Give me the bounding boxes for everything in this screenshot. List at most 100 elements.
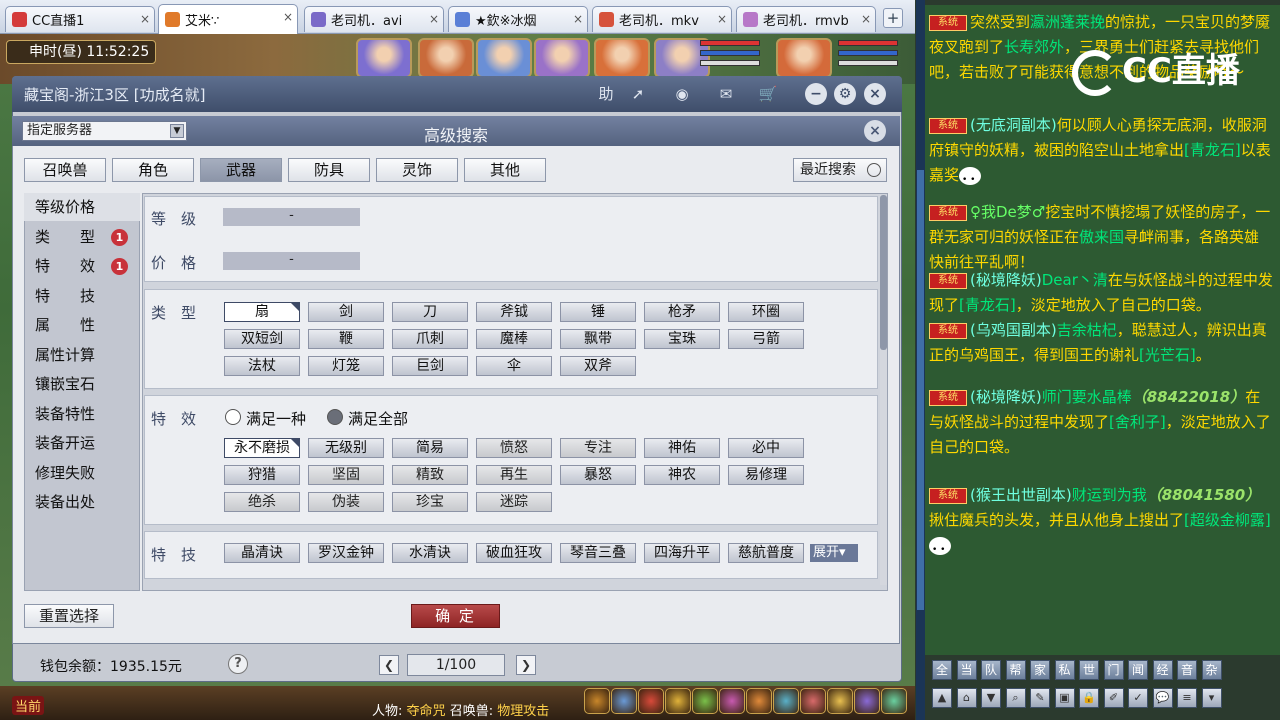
types-option[interactable]: 飘带 xyxy=(560,329,636,349)
filter-nav-item[interactable]: 类 型 1 xyxy=(24,223,140,251)
tab-close-icon[interactable]: × xyxy=(717,12,727,26)
party-portrait[interactable] xyxy=(776,38,832,78)
skill-slot-icon[interactable] xyxy=(881,688,907,714)
party-portrait[interactable] xyxy=(356,38,412,78)
bag-icon[interactable]: ▣ xyxy=(1054,688,1075,708)
effects-option[interactable]: 狩猎 xyxy=(224,465,300,485)
price-range-input[interactable]: - xyxy=(223,252,360,270)
types-option[interactable]: 枪矛 xyxy=(644,302,720,322)
recent-search-button[interactable]: 最近搜索 xyxy=(793,158,887,182)
chat-channel-button[interactable]: 杂 xyxy=(1201,660,1222,680)
share-icon[interactable]: ➚ xyxy=(626,83,650,105)
skills-option[interactable]: 四海升平 xyxy=(644,543,720,563)
filter-nav-item[interactable]: 属 性 xyxy=(24,311,140,339)
level-range-input[interactable]: - xyxy=(223,208,360,226)
effects-option[interactable]: 迷踪 xyxy=(476,492,552,512)
chat-scrollbar[interactable] xyxy=(916,0,925,720)
next-page-button[interactable]: ❯ xyxy=(516,655,536,675)
cart-icon[interactable]: 🛒 xyxy=(756,83,780,105)
expand-skills-button[interactable]: 展开▾ xyxy=(810,544,858,562)
tab-close-icon[interactable]: × xyxy=(573,12,583,26)
types-option[interactable]: 锤 xyxy=(560,302,636,322)
category-tab[interactable]: 召唤兽 xyxy=(24,158,106,182)
types-option[interactable]: 鞭 xyxy=(308,329,384,349)
window-titlebar[interactable]: 藏宝阁-浙江3区 [功成名就] 助 ➚ ◉ ✉ 🛒 − ⚙ × xyxy=(12,76,902,112)
chat-channel-button[interactable]: 世 xyxy=(1079,660,1099,680)
filter-nav-item[interactable]: 特 效 1 xyxy=(24,252,140,280)
browser-tab[interactable]: 艾米∵ × xyxy=(158,4,298,34)
skill-slot-icon[interactable] xyxy=(719,688,745,714)
list-icon[interactable]: ≡ xyxy=(1177,688,1197,708)
skills-option[interactable]: 慈航普度 xyxy=(728,543,804,563)
current-channel-badge[interactable]: 当前 xyxy=(12,696,45,715)
skills-option[interactable]: 晶清诀 xyxy=(224,543,300,563)
skill-slot-icon[interactable] xyxy=(773,688,799,714)
types-option[interactable]: 双斧 xyxy=(560,356,636,376)
browser-tab[interactable]: ★欽※冰烟 × xyxy=(448,6,588,32)
scrollbar-thumb[interactable] xyxy=(880,195,887,350)
record-icon[interactable]: ◉ xyxy=(670,83,694,105)
skill-slot-icon[interactable] xyxy=(584,688,610,714)
filter-nav-item[interactable]: 等级价格 xyxy=(24,193,140,221)
radio-match-all[interactable] xyxy=(327,409,343,425)
effects-option[interactable]: 神佑 xyxy=(644,438,720,458)
types-option[interactable]: 刀 xyxy=(392,302,468,322)
chat-channel-button[interactable]: 私 xyxy=(1054,660,1075,680)
pen-icon[interactable]: ✐ xyxy=(1103,688,1124,708)
skills-option[interactable]: 水清诀 xyxy=(392,543,468,563)
effects-option[interactable]: 易修理 xyxy=(728,465,804,485)
effects-option[interactable]: 再生 xyxy=(476,465,552,485)
new-tab-button[interactable]: + xyxy=(883,8,903,28)
browser-tab[interactable]: 老司机．rmvb × xyxy=(736,6,876,32)
message-icon[interactable]: ✉ xyxy=(714,83,738,105)
skills-option[interactable]: 罗汉金钟 xyxy=(308,543,384,563)
types-option[interactable]: 爪刺 xyxy=(392,329,468,349)
chat-bubble-icon[interactable]: 💬 xyxy=(1152,688,1173,708)
chat-channel-button[interactable]: 队 xyxy=(981,660,1001,680)
effects-option[interactable]: 简易 xyxy=(392,438,468,458)
types-option[interactable]: 扇 xyxy=(224,302,300,322)
tab-close-icon[interactable]: × xyxy=(283,10,293,24)
filter-nav-item[interactable]: 修理失败 xyxy=(24,459,140,487)
effects-option[interactable]: 无级别 xyxy=(308,438,384,458)
chat-channel-button[interactable]: 当 xyxy=(956,660,977,680)
types-option[interactable]: 双短剑 xyxy=(224,329,300,349)
effects-option[interactable]: 必中 xyxy=(728,438,804,458)
effects-option[interactable]: 永不磨损 xyxy=(224,438,300,458)
chat-channel-button[interactable]: 经 xyxy=(1152,660,1173,680)
browser-tab[interactable]: 老司机．mkv × xyxy=(592,6,732,32)
party-portrait[interactable] xyxy=(476,38,532,78)
skill-slot-icon[interactable] xyxy=(638,688,664,714)
chat-channel-button[interactable]: 家 xyxy=(1030,660,1050,680)
dropdown-icon[interactable]: ▾ xyxy=(1201,688,1222,708)
prev-page-button[interactable]: ❮ xyxy=(379,655,399,675)
skills-option[interactable]: 琴音三叠 xyxy=(560,543,636,563)
types-option[interactable]: 剑 xyxy=(308,302,384,322)
types-option[interactable]: 魔棒 xyxy=(476,329,552,349)
chat-channel-button[interactable]: 音 xyxy=(1177,660,1197,680)
party-portrait[interactable] xyxy=(534,38,590,78)
effects-option[interactable]: 专注 xyxy=(560,438,636,458)
search-icon[interactable]: ⌕ xyxy=(1005,688,1026,708)
effects-option[interactable]: 坚固 xyxy=(308,465,384,485)
settings-gear-icon[interactable]: ⚙ xyxy=(834,83,856,105)
types-option[interactable]: 巨剑 xyxy=(392,356,468,376)
category-tab[interactable]: 其他 xyxy=(464,158,546,182)
effects-option[interactable]: 精致 xyxy=(392,465,468,485)
chat-scrollbar-thumb[interactable] xyxy=(917,170,924,610)
types-option[interactable]: 伞 xyxy=(476,356,552,376)
effects-option[interactable]: 神农 xyxy=(644,465,720,485)
party-portrait[interactable] xyxy=(594,38,650,78)
close-dialog-button[interactable]: × xyxy=(864,120,886,142)
minimize-button[interactable]: − xyxy=(805,83,827,105)
types-option[interactable]: 斧钺 xyxy=(476,302,552,322)
skill-slot-icon[interactable] xyxy=(800,688,826,714)
tab-close-icon[interactable]: × xyxy=(429,12,439,26)
category-tab[interactable]: 灵饰 xyxy=(376,158,458,182)
lock-icon[interactable]: 🔒 xyxy=(1079,688,1099,708)
effects-option[interactable]: 珍宝 xyxy=(392,492,468,512)
types-option[interactable]: 弓箭 xyxy=(728,329,804,349)
skill-slot-icon[interactable] xyxy=(611,688,637,714)
tab-close-icon[interactable]: × xyxy=(140,12,150,26)
category-tab[interactable]: 角色 xyxy=(112,158,194,182)
